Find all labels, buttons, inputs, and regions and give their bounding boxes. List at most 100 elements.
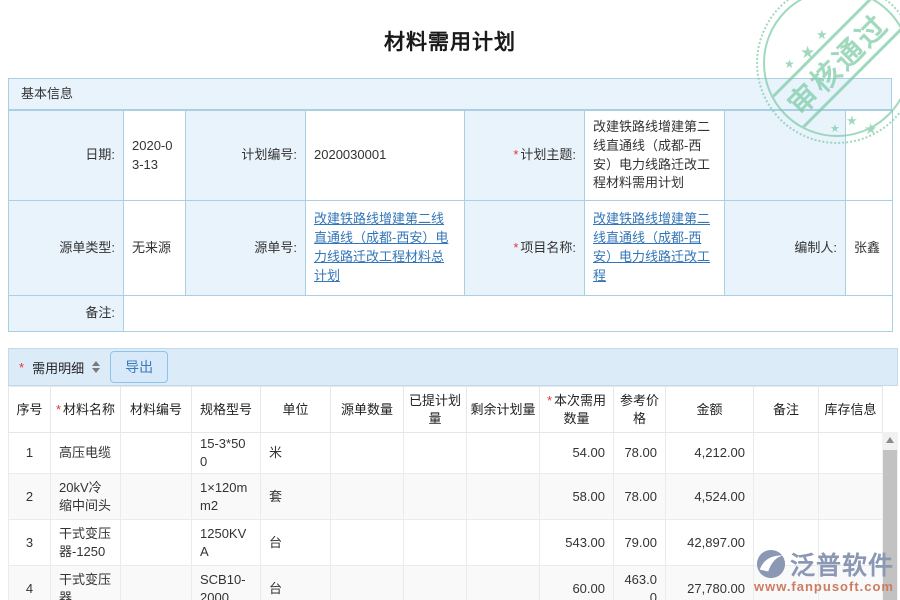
table-cell [331, 433, 404, 474]
table-cell [754, 474, 819, 520]
table-cell: 4,524.00 [666, 474, 754, 520]
table-cell [404, 433, 467, 474]
table-cell: 干式变压器-1250 [51, 520, 121, 566]
details-toolbar: * 需用明细 导出 [8, 348, 898, 386]
table-cell: 78.00 [614, 474, 666, 520]
table-cell: SCB10-2000 [192, 566, 261, 600]
table-cell: 1 [9, 433, 51, 474]
table-cell [467, 474, 540, 520]
table-cell: 4,212.00 [666, 433, 754, 474]
table-cell: 4 [9, 566, 51, 600]
table-cell: 2 [9, 474, 51, 520]
header-cell: 备注 [754, 387, 819, 433]
basic-info-table: 日期: 2020-03-13 计划编号: 2020030001 *计划主题: 改… [8, 110, 893, 332]
table-cell [819, 433, 883, 474]
table-row: 1高压电缆 15-3*500米 54.0078.004,212.00 [9, 433, 883, 474]
table-cell: 543.00 [540, 520, 614, 566]
table-cell: 台 [261, 566, 331, 600]
export-button[interactable]: 导出 [110, 351, 168, 383]
table-cell: 1250KVA [192, 520, 261, 566]
table-cell [121, 566, 192, 600]
table-cell: 60.00 [540, 566, 614, 600]
table-cell [467, 566, 540, 600]
remark-label: 备注: [9, 296, 124, 332]
page: 材料需用计划 审核通过 ★ ★ ★ ★ ★ ★ 基本信息 日期: 2020-03… [0, 0, 900, 600]
table-cell: 78.00 [614, 433, 666, 474]
project-doc-link[interactable]: 改建铁路线增建第二线直通线（成都-西安）电力线路迁改工程 [593, 211, 710, 283]
table-cell: 463.00 [614, 566, 666, 600]
scrollbar-up-arrow-icon[interactable] [886, 437, 894, 443]
table-cell [331, 520, 404, 566]
table-cell [404, 566, 467, 600]
table-row: 3干式变压器-1250 1250KVA台 543.0079.0042,897.00 [9, 520, 883, 566]
header-cell: 单位 [261, 387, 331, 433]
table-cell [331, 566, 404, 600]
header-cell: 库存信息 [819, 387, 883, 433]
source-doc-link[interactable]: 改建铁路线增建第二线直通线（成都-西安）电力线路迁改工程材料总计划 [314, 211, 448, 283]
table-cell: 1×120mm2 [192, 474, 261, 520]
remark-value [124, 296, 893, 332]
date-label: 日期: [9, 111, 124, 201]
table-cell: 3 [9, 520, 51, 566]
table-cell [121, 520, 192, 566]
plan-no-value: 2020030001 [306, 111, 465, 201]
details-table: 序号*材料名称材料编号规格型号单位源单数量已提计划量剩余计划量*本次需用数量参考… [8, 386, 883, 600]
vendor-watermark: 泛普软件 www.fanpusoft.com [754, 546, 894, 594]
subject-value: 改建铁路线增建第二线直通线（成都-西安）电力线路迁改工程材料需用计划 [585, 111, 725, 201]
table-cell: 20kV冷缩中间头 [51, 474, 121, 520]
vendor-url: www.fanpusoft.com [754, 579, 894, 594]
table-cell: 58.00 [540, 474, 614, 520]
table-cell: 42,897.00 [666, 520, 754, 566]
empty-value-cell [846, 111, 893, 201]
source-no-label: 源单号: [186, 201, 306, 296]
basic-info-section: 基本信息 日期: 2020-03-13 计划编号: 2020030001 *计划… [8, 78, 892, 332]
source-no-value: 改建铁路线增建第二线直通线（成都-西安）电力线路迁改工程材料总计划 [306, 201, 465, 296]
required-asterisk: * [19, 360, 24, 375]
project-value: 改建铁路线增建第二线直通线（成都-西安）电力线路迁改工程 [585, 201, 725, 296]
source-type-label: 源单类型: [9, 201, 124, 296]
page-title: 材料需用计划 [0, 26, 900, 56]
basic-info-header: 基本信息 [8, 78, 892, 110]
table-cell [331, 474, 404, 520]
header-cell: 参考价格 [614, 387, 666, 433]
table-cell [819, 474, 883, 520]
header-cell: 材料编号 [121, 387, 192, 433]
table-cell [121, 474, 192, 520]
project-label: *项目名称: [465, 201, 585, 296]
plan-no-label: 计划编号: [186, 111, 306, 201]
table-cell: 干式变压器 [51, 566, 121, 600]
table-cell: 高压电缆 [51, 433, 121, 474]
table-cell: 54.00 [540, 433, 614, 474]
table-row: 220kV冷缩中间头 1×120mm2套 58.0078.004,524.00 [9, 474, 883, 520]
table-cell [404, 474, 467, 520]
header-cell: *本次需用数量 [540, 387, 614, 433]
source-type-value: 无来源 [124, 201, 186, 296]
star-icon: ★ [784, 58, 795, 70]
header-cell: 金额 [666, 387, 754, 433]
header-cell: 源单数量 [331, 387, 404, 433]
table-cell: 套 [261, 474, 331, 520]
date-value: 2020-03-13 [124, 111, 186, 201]
header-cell: 已提计划量 [404, 387, 467, 433]
table-row: 4干式变压器 SCB10-2000台 60.00463.0027,780.00 [9, 566, 883, 600]
details-header-row: 序号*材料名称材料编号规格型号单位源单数量已提计划量剩余计划量*本次需用数量参考… [9, 387, 883, 433]
table-cell [467, 520, 540, 566]
table-cell [121, 433, 192, 474]
table-cell: 台 [261, 520, 331, 566]
table-cell [467, 433, 540, 474]
compiler-value: 张鑫 [846, 201, 893, 296]
table-cell: 79.00 [614, 520, 666, 566]
sort-toggle-icon[interactable] [92, 361, 100, 373]
table-cell: 15-3*500 [192, 433, 261, 474]
header-cell: *材料名称 [51, 387, 121, 433]
header-cell: 序号 [9, 387, 51, 433]
vendor-name: 泛普软件 [790, 546, 894, 582]
table-cell: 米 [261, 433, 331, 474]
details-section-title: 需用明细 [32, 358, 84, 377]
header-cell: 规格型号 [192, 387, 261, 433]
compiler-label: 编制人: [725, 201, 846, 296]
required-asterisk: * [513, 147, 518, 162]
required-asterisk: * [513, 240, 518, 255]
table-cell: 27,780.00 [666, 566, 754, 600]
table-cell [754, 433, 819, 474]
